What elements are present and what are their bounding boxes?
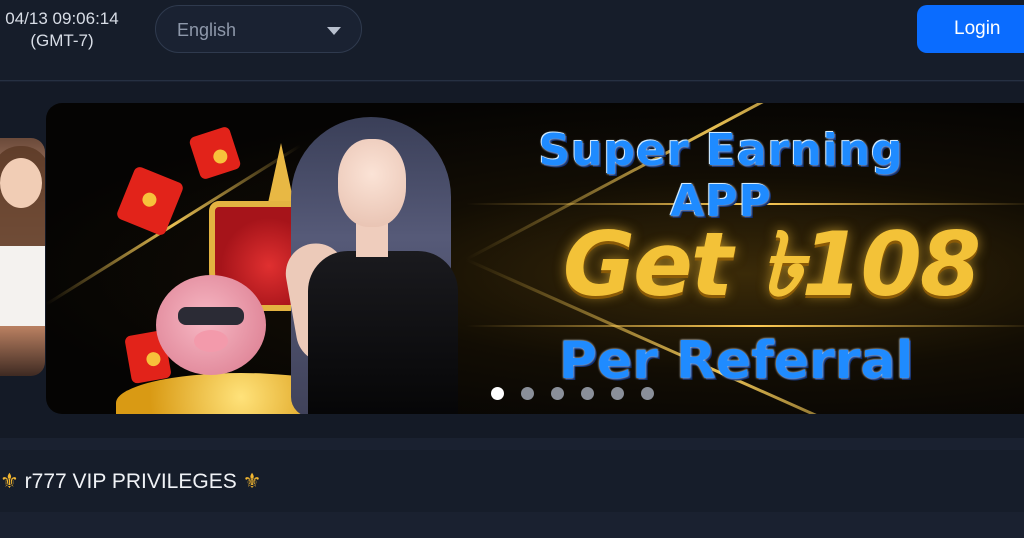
server-clock: 04/13 09:06:14 (GMT-7) [0,8,132,52]
carousel-dot[interactable] [521,387,534,400]
top-bar: 04/13 09:06:14 (GMT-7) English Login [0,0,1024,81]
carousel-dot[interactable] [491,387,504,400]
vip-privileges-label: r777 VIP PRIVILEGES [18,470,243,493]
language-selected-value: English [177,20,237,40]
pig-snout [194,330,228,352]
vip-privileges-bar[interactable]: ⚜ r777 VIP PRIVILEGES ⚜ [0,450,1024,512]
slide-figure-top [0,246,45,326]
fleur-de-lis-icon: ⚜ [0,470,19,493]
clock-timezone: (GMT-7) [30,31,94,50]
language-select[interactable]: English [155,5,362,53]
carousel-dot[interactable] [641,387,654,400]
banner-amount: Get ৳108 [562,213,981,316]
clock-datetime: 04/13 09:06:14 [5,9,119,28]
red-envelope-icon [188,125,242,181]
model-face [338,139,406,227]
fleur-de-lis-icon: ⚜ [242,470,262,493]
pig-mascot [156,275,266,375]
chevron-down-icon [327,27,341,35]
vip-privileges-title: ⚜ r777 VIP PRIVILEGES ⚜ [0,469,261,494]
model-dress [308,251,458,414]
slide-figure-face [0,158,42,208]
carousel-dot[interactable] [551,387,564,400]
banner-subline: Per Referral [558,331,914,391]
promo-banner[interactable]: Super Earning APP Get ৳108 Per Referral [46,103,1024,414]
content-area [0,512,1024,538]
carousel-dot[interactable] [581,387,594,400]
carousel-dot[interactable] [611,387,624,400]
login-button[interactable]: Login [917,5,1024,53]
previous-slide-peek[interactable] [0,138,45,376]
pig-mask [178,307,244,325]
